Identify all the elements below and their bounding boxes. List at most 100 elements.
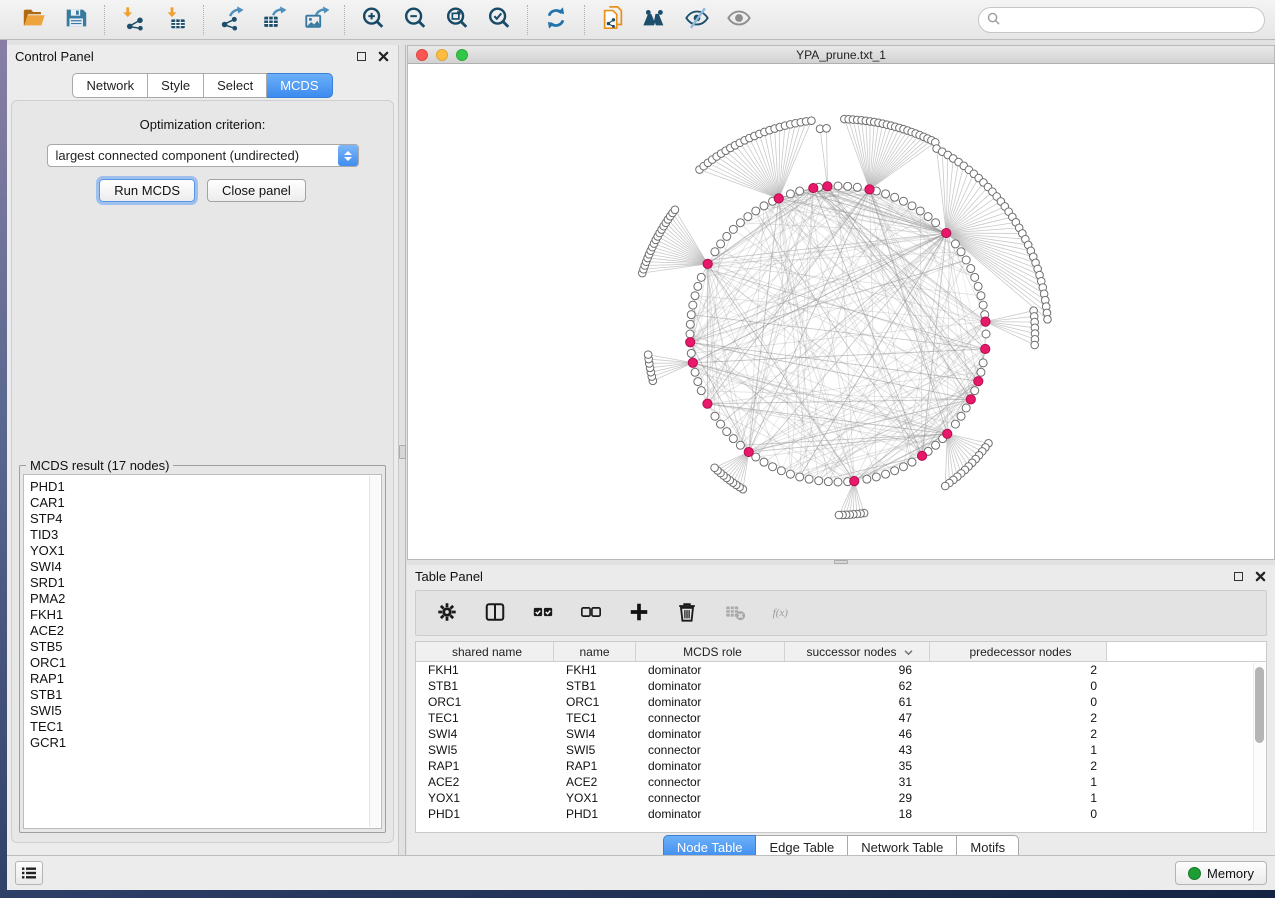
table-row[interactable]: FKH1FKH1dominator962 <box>416 662 1266 678</box>
minimize-window-icon[interactable] <box>436 49 448 61</box>
run-mcds-button[interactable]: Run MCDS <box>99 179 195 202</box>
column-header-successor-nodes[interactable]: successor nodes <box>785 642 930 661</box>
table-cell: ORC1 <box>554 694 636 710</box>
column-header-name[interactable]: name <box>554 642 636 661</box>
deselect-all-columns-icon <box>580 601 602 626</box>
mcds-result-item[interactable]: GCR1 <box>30 735 381 751</box>
close-panel-button-mcds[interactable]: Close panel <box>207 179 306 202</box>
search-field[interactable] <box>978 7 1265 33</box>
open-session-button[interactable] <box>18 5 50 35</box>
column-header-shared-name[interactable]: shared name <box>416 642 554 661</box>
table-row[interactable]: ACE2ACE2connector311 <box>416 774 1266 790</box>
float-panel-button[interactable] <box>354 49 368 63</box>
close-panel-button[interactable] <box>376 49 390 63</box>
column-header-predecessor-nodes[interactable]: predecessor nodes <box>930 642 1107 661</box>
table-row[interactable]: ORC1ORC1dominator610 <box>416 694 1266 710</box>
table-row[interactable]: RAP1RAP1dominator352 <box>416 758 1266 774</box>
table-cell: 61 <box>785 694 930 710</box>
export-network-button[interactable] <box>216 5 248 35</box>
column-header-MCDS-role[interactable]: MCDS role <box>636 642 785 661</box>
function-builder-icon: f(x) <box>772 601 794 626</box>
mcds-result-item[interactable]: ACE2 <box>30 623 381 639</box>
import-network-button[interactable] <box>117 5 149 35</box>
mcds-result-item[interactable]: TEC1 <box>30 719 381 735</box>
table-row[interactable]: SWI4SWI4dominator462 <box>416 726 1266 742</box>
mcds-result-item[interactable]: STB5 <box>30 639 381 655</box>
mcds-result-item[interactable]: RAP1 <box>30 671 381 687</box>
splitter-grip[interactable] <box>399 445 406 459</box>
splitter-grip[interactable] <box>834 560 848 564</box>
table-row[interactable]: STB1STB1dominator620 <box>416 678 1266 694</box>
zoom-selected-button[interactable] <box>483 5 515 35</box>
memory-label: Memory <box>1207 866 1254 881</box>
table-settings-button[interactable] <box>430 596 464 630</box>
close-window-icon[interactable] <box>416 49 428 61</box>
import-table-icon <box>162 5 188 34</box>
mcds-result-item[interactable]: PMA2 <box>30 591 381 607</box>
zoom-in-button[interactable] <box>357 5 389 35</box>
close-panel-button[interactable] <box>1253 569 1267 583</box>
tab-style[interactable]: Style <box>148 73 204 98</box>
mcds-result-item[interactable]: STP4 <box>30 511 381 527</box>
task-history-button[interactable] <box>15 861 43 885</box>
toggle-panel-columns-button[interactable] <box>478 596 512 630</box>
tab-mcds[interactable]: MCDS <box>267 73 332 98</box>
export-image-button[interactable] <box>300 5 332 35</box>
table-row[interactable]: YOX1YOX1connector291 <box>416 790 1266 806</box>
criterion-selected-value: largest connected component (undirected) <box>48 148 338 163</box>
mcds-result-item[interactable]: FKH1 <box>30 607 381 623</box>
criterion-select[interactable]: largest connected component (undirected) <box>47 144 359 167</box>
mcds-result-item[interactable]: ORC1 <box>30 655 381 671</box>
search-network-icon <box>642 5 668 34</box>
mcds-result-item[interactable]: SWI4 <box>30 559 381 575</box>
mcds-result-item[interactable]: SRD1 <box>30 575 381 591</box>
toolbar-group <box>349 5 523 35</box>
deselect-all-columns-button[interactable] <box>574 596 608 630</box>
delete-columns-button[interactable] <box>670 596 704 630</box>
create-column-button[interactable] <box>622 596 656 630</box>
clone-network-button[interactable] <box>597 5 629 35</box>
toolbar-group <box>532 5 580 35</box>
maximize-window-icon[interactable] <box>456 49 468 61</box>
search-input[interactable] <box>1005 13 1256 27</box>
vertical-splitter[interactable] <box>399 45 407 855</box>
tab-select[interactable]: Select <box>204 73 267 98</box>
select-all-columns-icon <box>532 601 554 626</box>
network-graph[interactable] <box>408 64 1274 559</box>
list-icon <box>21 866 37 880</box>
refresh-network-button[interactable] <box>540 5 572 35</box>
search-network-button[interactable] <box>639 5 671 35</box>
float-panel-button[interactable] <box>1231 569 1245 583</box>
save-session-icon <box>63 5 89 34</box>
select-stepper-icon <box>338 145 358 166</box>
network-canvas[interactable] <box>408 64 1274 559</box>
table-row[interactable]: PHD1PHD1dominator180 <box>416 806 1266 822</box>
table-cell: 47 <box>785 710 930 726</box>
save-session-button[interactable] <box>60 5 92 35</box>
mcds-tab-content: Optimization criterion: largest connecte… <box>11 100 394 843</box>
scrollbar-thumb[interactable] <box>1255 667 1264 743</box>
memory-button[interactable]: Memory <box>1175 861 1267 885</box>
zoom-fit-button[interactable] <box>441 5 473 35</box>
mcds-result-item[interactable]: STB1 <box>30 687 381 703</box>
mcds-result-item[interactable]: YOX1 <box>30 543 381 559</box>
mcds-result-list[interactable]: PHD1CAR1STP4TID3YOX1SWI4SRD1PMA2FKH1ACE2… <box>23 474 382 829</box>
mcds-result-item[interactable]: PHD1 <box>30 479 381 495</box>
mcds-result-item[interactable]: SWI5 <box>30 703 381 719</box>
zoom-out-button[interactable] <box>399 5 431 35</box>
table-row[interactable]: TEC1TEC1connector472 <box>416 710 1266 726</box>
tab-network[interactable]: Network <box>72 73 148 98</box>
mcds-result-item[interactable]: CAR1 <box>30 495 381 511</box>
hide-graphics-details-button[interactable] <box>681 5 713 35</box>
import-table-button[interactable] <box>159 5 191 35</box>
list-scrollbar-track[interactable] <box>369 476 380 827</box>
table-row[interactable]: SWI5SWI5connector431 <box>416 742 1266 758</box>
mcds-result-item[interactable]: TID3 <box>30 527 381 543</box>
export-table-button[interactable] <box>258 5 290 35</box>
table-scrollbar[interactable] <box>1253 663 1265 831</box>
table-cell: FKH1 <box>416 662 554 678</box>
table-toolbar: f(x) <box>415 590 1267 636</box>
show-graphics-details-button[interactable] <box>723 5 755 35</box>
select-all-columns-button[interactable] <box>526 596 560 630</box>
table-cell: dominator <box>636 726 785 742</box>
